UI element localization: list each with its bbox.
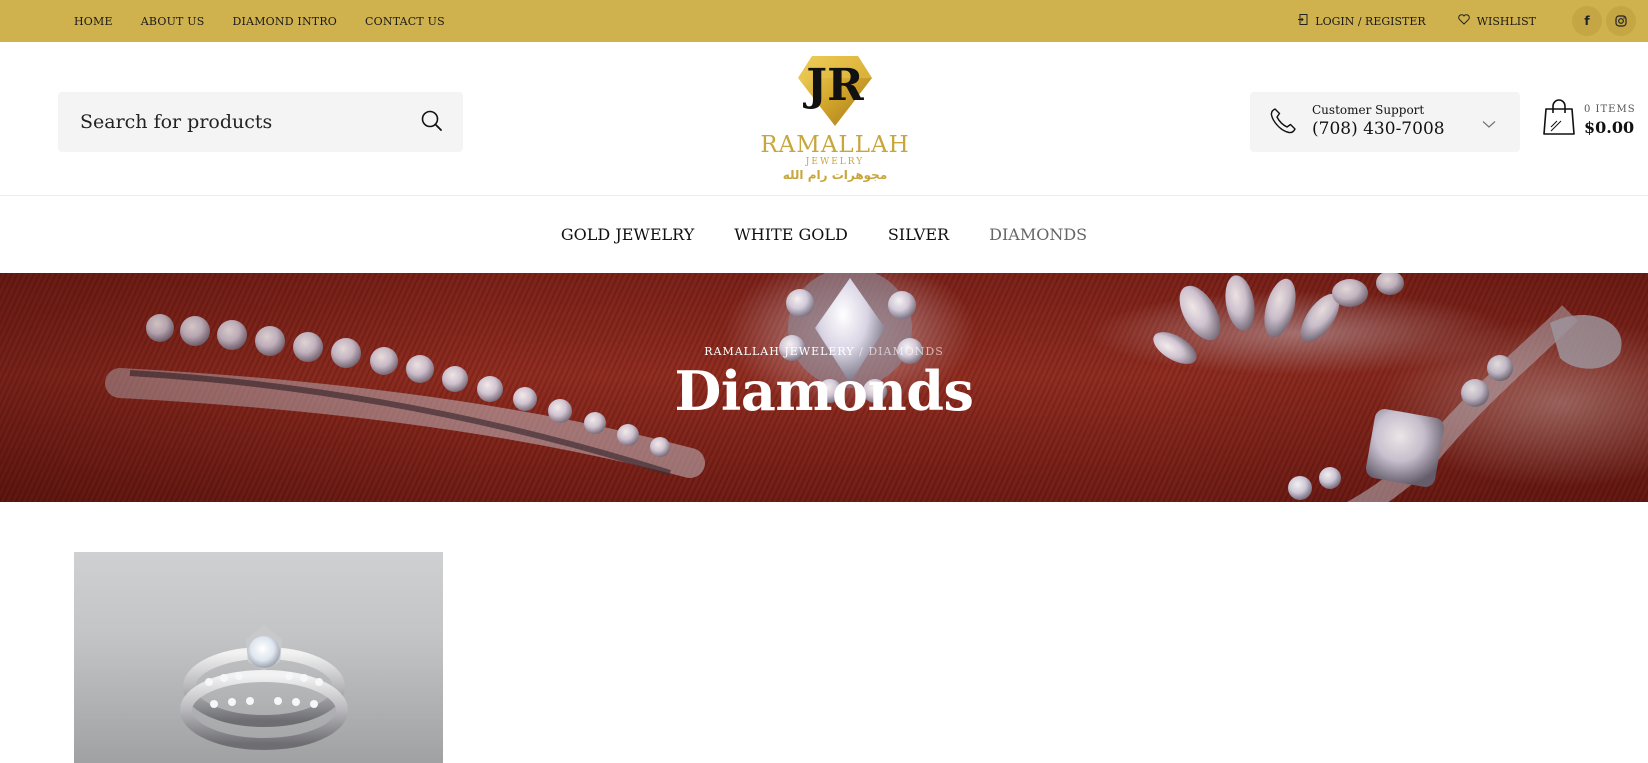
diamond-logo-icon: JR (798, 56, 872, 126)
top-bar: HOME ABOUT US DIAMOND INTRO CONTACT US L… (0, 0, 1648, 42)
top-nav-diamond-intro[interactable]: DIAMOND INTRO (232, 15, 337, 28)
cart-widget[interactable]: 0 ITEMS $0.00 (1542, 96, 1642, 146)
main-nav-diamonds[interactable]: DIAMONDS (989, 225, 1087, 244)
top-actions: LOGIN / REGISTER WISHLIST f (1298, 0, 1636, 42)
facebook-icon[interactable]: f (1572, 6, 1602, 36)
instagram-icon[interactable] (1606, 6, 1636, 36)
heart-icon (1457, 14, 1470, 28)
product-card-image[interactable] (74, 552, 443, 763)
main-nav-white-gold[interactable]: WHITE GOLD (734, 225, 848, 244)
breadcrumb: RAMALLAH JEWELERY / DIAMONDS (0, 345, 1648, 358)
shopping-bag-icon (1542, 98, 1576, 140)
main-nav-gold-jewelry[interactable]: GOLD JEWELRY (561, 225, 694, 244)
support-phone-number: (708) 430-7008 (1312, 119, 1445, 139)
search-input[interactable] (58, 92, 398, 152)
logo-arabic-text: مجوهرات رام الله (782, 168, 888, 182)
page-hero-banner: RAMALLAH JEWELERY / DIAMONDS Diamonds (0, 273, 1648, 502)
diamond-ring-image (180, 624, 348, 750)
logo-sub-text: JEWELRY (805, 157, 865, 167)
search-icon[interactable] (419, 108, 447, 136)
login-icon (1298, 14, 1308, 28)
top-nav: HOME ABOUT US DIAMOND INTRO CONTACT US (74, 0, 473, 42)
customer-support[interactable]: Customer Support (708) 430-7008 (1250, 92, 1520, 152)
top-nav-about-us[interactable]: ABOUT US (141, 15, 205, 28)
wishlist-label: WISHLIST (1476, 14, 1536, 28)
support-label: Customer Support (1312, 103, 1425, 117)
svg-text:JR: JR (802, 60, 864, 111)
breadcrumb-separator: / (854, 345, 869, 358)
search-box (58, 92, 463, 152)
cart-total: $0.00 (1584, 118, 1635, 137)
page-title: Diamonds (674, 359, 974, 423)
breadcrumb-current: DIAMONDS (868, 345, 944, 358)
logo-brand-text: RAMALLAH (760, 132, 910, 158)
wishlist-link[interactable]: WISHLIST (1457, 14, 1536, 28)
main-nav-silver[interactable]: SILVER (888, 225, 949, 244)
main-nav: GOLD JEWELRY WHITE GOLD SILVER DIAMONDS (0, 196, 1648, 273)
phone-icon (1268, 106, 1298, 140)
login-register-label: LOGIN / REGISTER (1315, 14, 1426, 28)
site-logo[interactable]: JR RAMALLAH JEWELRY مجوهرات رام الله (760, 56, 910, 184)
breadcrumb-home-link[interactable]: RAMALLAH JEWELERY (704, 345, 854, 358)
top-nav-contact-us[interactable]: CONTACT US (365, 15, 445, 28)
chevron-down-icon[interactable] (1482, 114, 1496, 133)
cart-item-count: 0 ITEMS (1584, 104, 1636, 115)
site-header: JR RAMALLAH JEWELRY مجوهرات رام الله Cus… (0, 42, 1648, 196)
top-nav-home[interactable]: HOME (74, 15, 113, 28)
login-register-link[interactable]: LOGIN / REGISTER (1298, 14, 1426, 28)
